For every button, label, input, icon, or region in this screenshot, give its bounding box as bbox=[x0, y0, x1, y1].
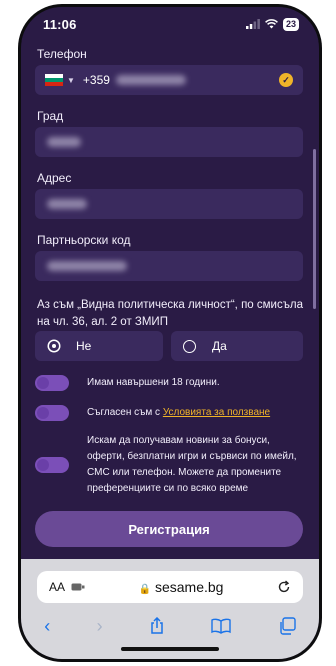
check-circle-icon: ✓ bbox=[279, 73, 293, 87]
back-icon[interactable]: ‹ bbox=[44, 617, 50, 635]
age-toggle-label: Имам навършени 18 години. bbox=[87, 377, 220, 388]
address-label: Адрес bbox=[37, 171, 72, 185]
pep-option-yes[interactable]: Да bbox=[171, 331, 303, 361]
battery-indicator: 23 bbox=[282, 17, 299, 31]
text-size-button[interactable]: AA bbox=[49, 580, 65, 594]
status-time: 11:06 bbox=[43, 16, 77, 32]
scrollbar[interactable] bbox=[313, 149, 316, 309]
partner-code-label: Партньорски код bbox=[37, 233, 131, 247]
pep-option-no[interactable]: Не bbox=[35, 331, 163, 361]
forward-icon[interactable]: › bbox=[97, 617, 103, 635]
chevron-down-icon[interactable]: ▼ bbox=[67, 76, 75, 85]
age-toggle[interactable] bbox=[35, 375, 69, 391]
browser-nav: ‹ › bbox=[21, 613, 319, 639]
city-label: Град bbox=[37, 109, 64, 123]
url-display[interactable]: 🔒 sesame.bg bbox=[85, 579, 277, 595]
terms-prefix: Съгласен съм с bbox=[87, 407, 163, 418]
address-value-redacted bbox=[47, 199, 87, 209]
screen: 11:06 23 Телефон ▼ +359 ✓ Град Адрес Пар… bbox=[21, 7, 319, 659]
share-icon[interactable] bbox=[149, 617, 165, 635]
city-value-redacted bbox=[47, 137, 81, 147]
tabs-icon[interactable] bbox=[278, 617, 296, 635]
safari-toolbar: AA 🔒 sesame.bg ‹ › bbox=[21, 559, 319, 659]
news-toggle-label: Искам да получавам новини за бонуси, офе… bbox=[87, 435, 297, 494]
pep-option-no-label: Не bbox=[76, 339, 92, 353]
news-toggle[interactable] bbox=[35, 457, 69, 473]
registration-form: Телефон ▼ +359 ✓ Град Адрес Партньорски … bbox=[21, 41, 319, 559]
phone-number-redacted bbox=[115, 75, 186, 85]
status-bar: 11:06 23 bbox=[21, 7, 319, 41]
url-text: sesame.bg bbox=[154, 579, 224, 595]
phone-label: Телефон bbox=[37, 47, 87, 61]
radio-unchecked-icon bbox=[183, 339, 196, 353]
wifi-icon bbox=[265, 19, 278, 29]
address-field[interactable] bbox=[35, 189, 303, 219]
lock-icon: 🔒 bbox=[138, 584, 151, 595]
partner-code-field[interactable] bbox=[35, 251, 303, 281]
register-button[interactable]: Регистрация bbox=[35, 511, 303, 547]
phone-field[interactable]: ▼ +359 ✓ bbox=[35, 65, 303, 95]
status-icons: 23 bbox=[245, 17, 299, 31]
partner-code-redacted bbox=[47, 261, 127, 271]
address-bar[interactable]: AA 🔒 sesame.bg bbox=[37, 571, 303, 603]
city-field[interactable] bbox=[35, 127, 303, 157]
extensions-icon[interactable] bbox=[71, 582, 85, 592]
pep-question: Аз съм „Видна политическа личност“, по с… bbox=[37, 299, 304, 328]
radio-checked-icon bbox=[49, 341, 59, 351]
bookmarks-icon[interactable] bbox=[211, 618, 232, 634]
home-indicator bbox=[121, 647, 219, 651]
phone-prefix: +359 bbox=[82, 73, 110, 87]
terms-toggle-label: Съгласен съм с Условията за ползване bbox=[87, 405, 270, 421]
bulgaria-flag-icon[interactable] bbox=[45, 74, 63, 86]
phone-frame: 11:06 23 Телефон ▼ +359 ✓ Град Адрес Пар… bbox=[18, 4, 322, 662]
signal-icon bbox=[245, 19, 260, 29]
terms-link[interactable]: Условията за ползване bbox=[163, 407, 270, 418]
reload-icon[interactable] bbox=[277, 580, 291, 594]
pep-option-yes-label: Да bbox=[212, 339, 227, 353]
terms-toggle[interactable] bbox=[35, 405, 69, 421]
